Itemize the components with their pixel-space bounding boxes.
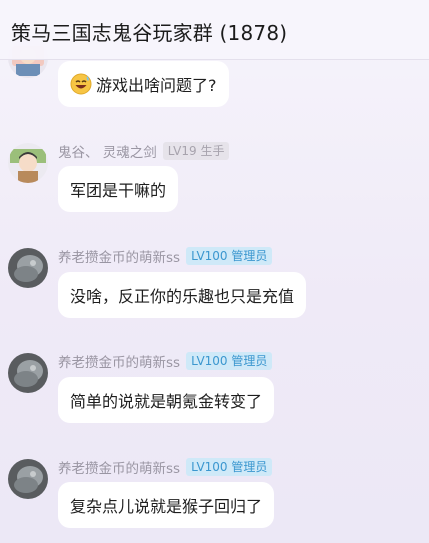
sender-nickname[interactable]: 鬼谷、 灵魂之剑 (58, 141, 157, 161)
message-bubble[interactable]: 游戏出啥问题了? (58, 61, 229, 107)
group-title: 策马三国志鬼谷玩家群 (1878) (11, 21, 288, 45)
avatar-photo[interactable] (8, 353, 48, 393)
sender-nickname[interactable]: 养老攒金币的萌新ss (58, 457, 180, 477)
sender-nickname[interactable]: 养老攒金币的萌新ss (58, 351, 180, 371)
message-bubble[interactable]: 没啥，反正你的乐趣也只是充值 (58, 272, 307, 318)
avatar-photo[interactable] (8, 459, 48, 499)
sender-meta: 养老攒金币的萌新ss LV100 管理员 (58, 457, 273, 477)
message-bubble[interactable]: 复杂点儿说就是猴子回归了 (58, 482, 275, 528)
level-badge: LV19 生手 (162, 142, 230, 160)
avatar-cartoon[interactable] (8, 143, 48, 183)
admin-badge: LV100 管理员 (186, 458, 273, 476)
message-text: 军团是干嘛的 (70, 181, 167, 200)
grinning-sweat-emoji (70, 73, 92, 95)
message-bubble[interactable]: 简单的说就是朝氪金转变了 (58, 377, 275, 423)
sender-nickname[interactable]: 养老攒金币的萌新ss (58, 246, 180, 266)
admin-badge: LV100 管理员 (186, 352, 273, 370)
avatar-photo[interactable] (8, 248, 48, 288)
message-text: 游戏出啥问题了? (96, 76, 217, 95)
sender-meta: 鬼谷、 灵魂之剑 LV19 生手 (58, 141, 230, 161)
admin-badge: LV100 管理员 (186, 247, 273, 265)
message-bubble[interactable]: 军团是干嘛的 (58, 166, 179, 212)
message-text: 复杂点儿说就是猴子回归了 (70, 497, 263, 516)
sender-meta: 养老攒金币的萌新ss LV100 管理员 (58, 246, 273, 266)
message-text: 简单的说就是朝氪金转变了 (70, 392, 263, 411)
chat-header: 策马三国志鬼谷玩家群 (1878) (0, 0, 429, 60)
header-divider (0, 59, 429, 60)
message-text: 没啥，反正你的乐趣也只是充值 (70, 287, 295, 306)
sender-meta: 养老攒金币的萌新ss LV100 管理员 (58, 351, 273, 371)
